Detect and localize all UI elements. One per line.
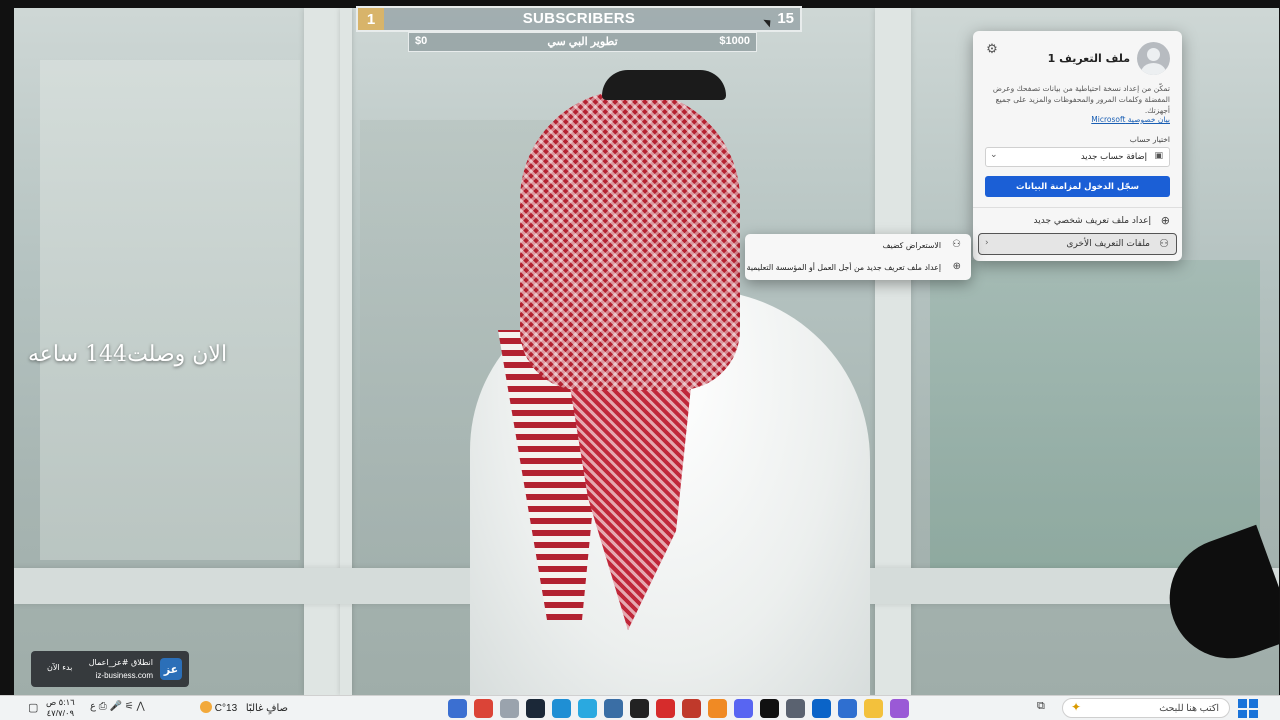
- new-personal-profile-label: إعداد ملف تعريف شخصي جديد: [1033, 216, 1151, 226]
- subscriber-counter: 1 SUBSCRIBERS 15: [356, 6, 802, 32]
- subscriber-goal-count: 15: [777, 10, 794, 27]
- chevron-down-icon: ⌄: [990, 150, 998, 160]
- other-profiles-label: ملفات التعريف الأخرى: [1066, 239, 1150, 249]
- taskbar: ▢ ٥:١٦ ص ٤٧/٧/٠٩ ع ⎙ 🎤 ⚟ ⋀ صافٍ غالبًا 1…: [0, 695, 1280, 720]
- person-headcloth: [520, 90, 740, 390]
- profiles-icon: ⚇: [1159, 237, 1169, 250]
- new-personal-profile-item[interactable]: ⊕ إعداد ملف تعريف شخصي جديد: [978, 211, 1177, 233]
- goal-amount-target: $1000: [719, 35, 750, 47]
- recorder-icon[interactable]: [682, 699, 701, 718]
- account-select[interactable]: ▣ إضافة حساب جديد ⌄: [985, 147, 1170, 167]
- start-logo-tile: [1249, 709, 1258, 718]
- privacy-statement-link[interactable]: بيان خصوصية Microsoft: [1091, 115, 1170, 124]
- add-account-icon: ▣: [1154, 151, 1163, 161]
- pinned-apps: [448, 699, 909, 718]
- browse-as-guest-item[interactable]: ⚇ الاستعراض كضيف: [749, 236, 967, 256]
- chrome-icon[interactable]: [474, 699, 493, 718]
- sign-in-sync-button[interactable]: سجّل الدخول لمزامنة البيانات: [985, 176, 1170, 197]
- work-profile-item[interactable]: ⊕ إعداد ملف تعريف جديد من أجل العمل أو ا…: [746, 258, 967, 278]
- discord-icon[interactable]: [734, 699, 753, 718]
- clock-time: ٥:١٦ ص: [46, 697, 75, 707]
- other-profiles-submenu: ⚇ الاستعراض كضيف ⊕ إعداد ملف تعريف جديد …: [745, 234, 971, 280]
- store-icon[interactable]: [838, 699, 857, 718]
- account-select-value: إضافة حساب جديد: [1080, 152, 1147, 162]
- edge-icon[interactable]: [552, 699, 571, 718]
- copilot-sparkle-icon: ✦: [1071, 700, 1082, 714]
- settings-app-icon[interactable]: [500, 699, 519, 718]
- epic-games-icon[interactable]: [630, 699, 649, 718]
- profile-description: تمكّن من إعداد نسخة احتياطية من بيانات ت…: [992, 84, 1170, 115]
- start-logo-tile: [1238, 699, 1247, 708]
- clock[interactable]: ٥:١٦ ص ٤٧/٧/٠٩: [46, 697, 75, 719]
- search-placeholder: اكتب هنا للبحث: [1159, 703, 1219, 714]
- choose-account-label: اختيار حساب: [1129, 135, 1170, 144]
- stream-overlay-text: الان وصلت144 ساعه: [28, 342, 228, 367]
- divider: [973, 207, 1182, 208]
- vlc-icon[interactable]: [708, 699, 727, 718]
- left-border: [0, 0, 14, 695]
- goal-label: تطوير البي سي: [547, 36, 618, 48]
- other-profiles-item[interactable]: ⚇ ملفات التعريف الأخرى ‹: [978, 233, 1177, 255]
- outlook-icon[interactable]: [812, 699, 831, 718]
- window-glass-left: [40, 60, 300, 560]
- weather-widget[interactable]: صافٍ غالبًا 13°C: [196, 701, 288, 714]
- guest-icon: ⚇: [952, 239, 961, 250]
- steam-icon[interactable]: [526, 699, 545, 718]
- browse-as-guest-label: الاستعراض كضيف: [882, 241, 941, 250]
- printer-icon[interactable]: [786, 699, 805, 718]
- gear-icon[interactable]: ⚙: [985, 43, 999, 57]
- weather-description: صافٍ غالبًا: [245, 703, 288, 714]
- avatar[interactable]: [1137, 42, 1170, 75]
- iz-start-button[interactable]: بدء الآن: [47, 663, 72, 672]
- start-button[interactable]: [1238, 699, 1258, 718]
- folder-icon[interactable]: [864, 699, 883, 718]
- copilot-icon[interactable]: [890, 699, 909, 718]
- chevron-left-icon: ‹: [985, 238, 989, 248]
- notification-icon[interactable]: ▢: [28, 701, 38, 714]
- task-view-icon[interactable]: ⧉: [1037, 700, 1045, 713]
- iz-url: iz-business.com: [95, 671, 153, 680]
- weather-sun-icon: [200, 701, 212, 713]
- start-logo-tile: [1238, 709, 1247, 718]
- iz-tagline: انطلاق #عز_اعمال: [88, 658, 153, 667]
- plus-circle-icon: ⊕: [952, 261, 961, 272]
- weather-temperature: 13°C: [214, 703, 238, 714]
- bandicam-icon[interactable]: [656, 699, 675, 718]
- start-logo-tile: [1249, 699, 1258, 708]
- shield-app-icon[interactable]: [604, 699, 623, 718]
- profile-flyout: ملف التعريف 1 ⚙ تمكّن من إعداد نسخة احتي…: [973, 31, 1182, 261]
- subscriber-title: SUBSCRIBERS: [522, 10, 636, 27]
- clock-date: ٤٧/٧/٠٩: [46, 708, 75, 718]
- plus-circle-icon: ⊕: [1160, 214, 1170, 227]
- iz-business-badge[interactable]: عز انطلاق #عز_اعمال iz-business.com بدء …: [31, 651, 189, 687]
- capcut-icon[interactable]: [760, 699, 779, 718]
- iz-logo: عز: [160, 658, 182, 680]
- taskbar-search[interactable]: ✦ اكتب هنا للبحث: [1062, 698, 1230, 718]
- system-tray[interactable]: ع ⎙ 🎤 ⚟ ⋀: [90, 701, 145, 712]
- file-app-icon[interactable]: [578, 699, 597, 718]
- donation-goal-bar: $0 تطوير البي سي $1000: [408, 32, 757, 52]
- profile-name: ملف التعريف 1: [1047, 52, 1130, 65]
- sticky-app-icon[interactable]: [448, 699, 467, 718]
- person-agal: [602, 70, 726, 100]
- work-profile-label: إعداد ملف تعريف جديد من أجل العمل أو الم…: [746, 263, 941, 272]
